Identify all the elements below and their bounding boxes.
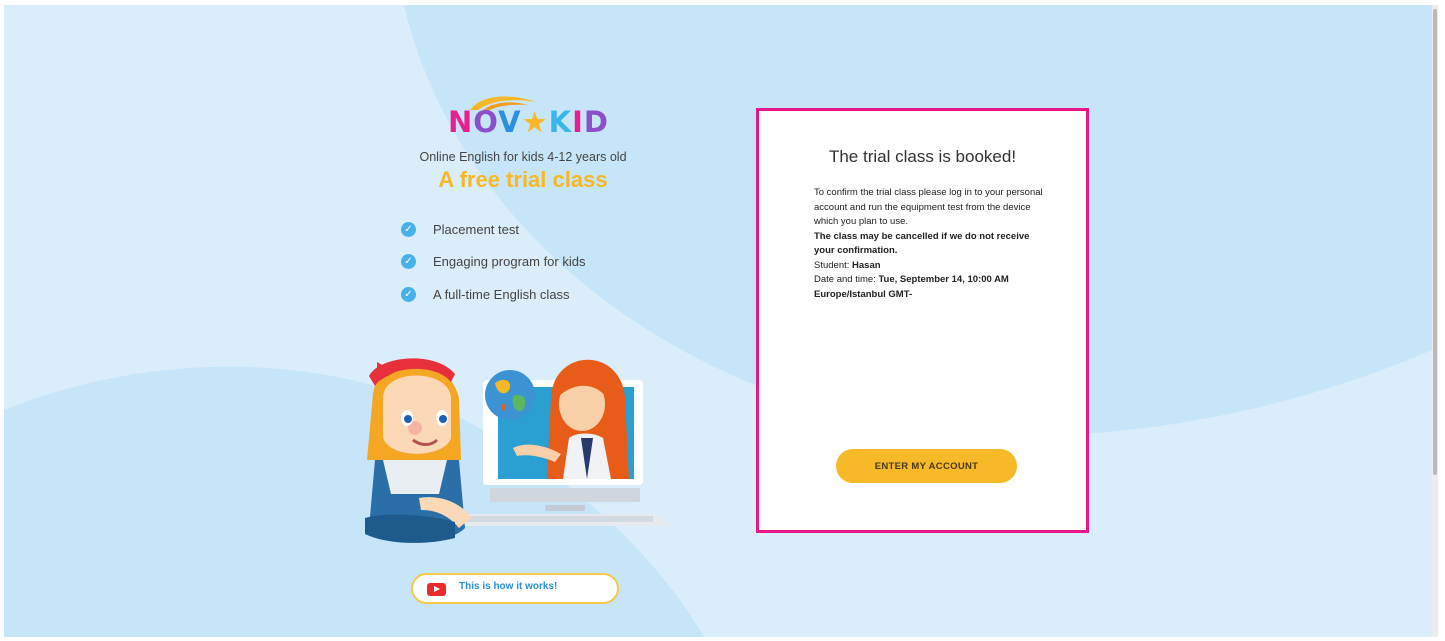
video-button-label: This is how it works! xyxy=(459,581,558,592)
page-headline: A free trial class xyxy=(438,167,608,192)
feature-item: ✓ Engaging program for kids xyxy=(401,246,585,279)
kids-laptop-illustration xyxy=(365,358,675,543)
youtube-play-icon xyxy=(427,583,446,596)
check-icon: ✓ xyxy=(401,286,416,302)
feature-list: ✓ Placement test ✓ Engaging program for … xyxy=(401,213,585,311)
check-icon: ✓ xyxy=(401,254,416,270)
booking-confirmation-card: The trial class is booked! To confirm th… xyxy=(756,108,1089,533)
novakid-logo: NOV★KID xyxy=(448,92,609,140)
feature-label: Engaging program for kids xyxy=(433,254,586,270)
scrollbar-thumb[interactable] xyxy=(1433,9,1437,475)
check-icon: ✓ xyxy=(401,221,416,237)
feature-item: ✓ Placement test xyxy=(401,213,585,246)
booking-instructions: To confirm the trial class please log in… xyxy=(814,187,1043,227)
page-viewport xyxy=(4,5,1432,637)
how-it-works-video-button[interactable]: This is how it works! xyxy=(411,573,619,604)
background-decoration xyxy=(4,5,1432,637)
datetime-row: Date and time: Tue, September 14, 10:00 … xyxy=(814,273,1044,302)
cancellation-warning: The class may be cancelled if we do not … xyxy=(814,230,1030,257)
enter-account-button[interactable]: ENTER MY ACCOUNT xyxy=(836,449,1017,483)
student-label: Student: xyxy=(814,259,850,271)
student-name: Hasan xyxy=(852,259,881,271)
logo-wordmark: NOV★KID xyxy=(448,105,609,139)
datetime-label: Date and time: xyxy=(814,274,876,285)
booking-details: To confirm the trial class please log in… xyxy=(814,186,1044,302)
feature-label: Placement test xyxy=(433,221,519,237)
student-row: Student: Hasan xyxy=(814,259,1044,274)
vertical-scrollbar[interactable] xyxy=(1432,5,1438,637)
booking-title: The trial class is booked! xyxy=(828,147,1017,166)
feature-item: ✓ A full-time English class xyxy=(401,278,585,311)
tagline: Online English for kids 4-12 years old xyxy=(419,150,627,164)
feature-label: A full-time English class xyxy=(433,286,570,302)
